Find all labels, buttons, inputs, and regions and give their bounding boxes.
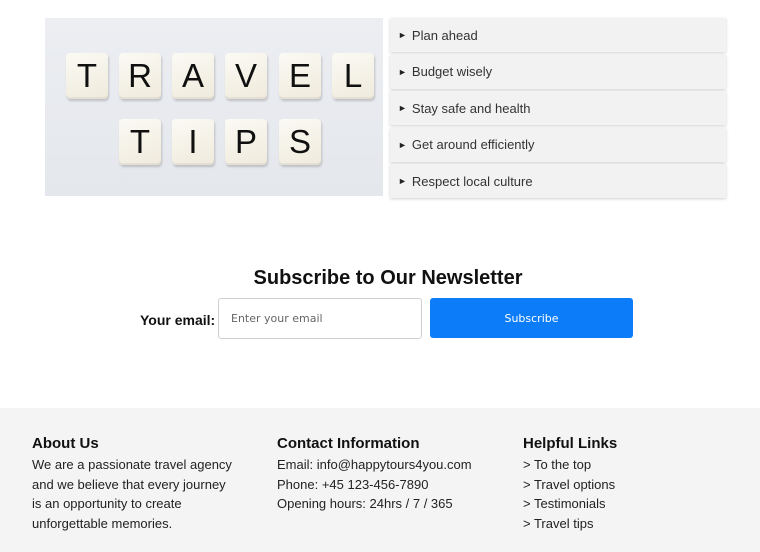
letter-tile: V <box>225 53 267 99</box>
about-text-line: is an opportunity to create <box>32 496 182 511</box>
email-input[interactable] <box>218 298 422 339</box>
tip-stay-safe[interactable]: ► Stay safe and health <box>390 91 726 125</box>
triangle-right-icon: ► <box>398 66 407 77</box>
subscribe-button[interactable]: Subscribe <box>430 298 633 338</box>
links-heading: Helpful Links <box>523 435 618 452</box>
email-label: Your email: <box>140 312 216 328</box>
about-text-line: unforgettable memories. <box>32 515 173 531</box>
triangle-right-icon: ► <box>398 176 407 186</box>
tip-respect-culture[interactable]: ► Respect local culture <box>390 164 726 198</box>
triangle-right-icon: ► <box>398 103 407 113</box>
tip-label: Plan ahead <box>411 27 478 43</box>
link-testimonials[interactable]: > Testimonials <box>523 494 617 514</box>
footer-links: Helpful Links > To the top > Travel opti… <box>523 434 617 533</box>
triangle-right-icon: ► <box>398 139 407 150</box>
tip-get-around[interactable]: ► Get around efficiently <box>390 127 726 162</box>
triangle-right-icon: ► <box>398 30 407 40</box>
newsletter-title: Subscribe to Our Newsletter <box>253 267 523 289</box>
footer: About Us We are a passionate travel agen… <box>0 408 760 552</box>
tip-label: Get around efficiently <box>411 137 535 152</box>
link-travel-tips[interactable]: > Travel tips <box>523 514 617 534</box>
letter-tile: R <box>119 53 161 99</box>
contact-hours: Opening hours: 24hrs / 7 / 365 <box>277 496 453 511</box>
contact-phone: Phone: +45 123-456-7890 <box>277 476 429 492</box>
tip-label: Respect local culture <box>411 173 533 189</box>
letter-tile: T <box>119 119 161 165</box>
tip-label: Budget wisely <box>411 64 493 79</box>
about-text-line: We are a passionate travel agency <box>32 457 232 472</box>
footer-contact: Contact Information Email: info@happytou… <box>277 434 472 514</box>
footer-about: About Us We are a passionate travel agen… <box>32 434 232 533</box>
about-heading: About Us <box>32 435 99 452</box>
tip-budget-wisely[interactable]: ► Budget wisely <box>390 54 726 89</box>
letter-tile: S <box>279 119 321 165</box>
link-to-top[interactable]: > To the top <box>523 455 617 475</box>
letter-tile: A <box>172 53 214 99</box>
contact-email: Email: info@happytours4you.com <box>277 457 472 472</box>
letter-tile: T <box>66 53 108 99</box>
letter-tile: E <box>279 53 321 99</box>
letter-tile: I <box>172 119 214 165</box>
tip-plan-ahead[interactable]: ► Plan ahead <box>390 18 726 52</box>
tip-label: Stay safe and health <box>411 100 531 116</box>
about-text-line: and we believe that every journey <box>32 476 226 492</box>
tips-accordion: ► Plan ahead ► Budget wisely ► Stay safe… <box>390 18 726 201</box>
contact-heading: Contact Information <box>277 435 420 452</box>
letter-tile: L <box>332 53 374 99</box>
letter-tile: P <box>225 119 267 165</box>
link-travel-options[interactable]: > Travel options <box>523 475 617 495</box>
travel-tips-image: T R A V E L T I P S <box>45 18 383 196</box>
